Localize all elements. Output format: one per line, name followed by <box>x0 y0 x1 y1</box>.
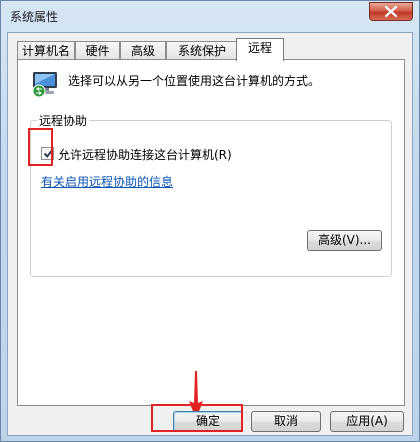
system-properties-window: 系统属性 计算机名 硬件 高级 系统保护 远程 选择可以从另一个位置使用这台计算… <box>0 0 420 442</box>
allow-remote-assistance-label[interactable]: 允许远程协助连接这台计算机(R) <box>58 146 232 163</box>
apply-button[interactable]: 应用(A) <box>330 411 404 432</box>
tab-computer-name[interactable]: 计算机名 <box>17 41 75 60</box>
dialog-body: 计算机名 硬件 高级 系统保护 远程 选择可以从另一个位置使用这台计算机的方式。… <box>7 32 413 436</box>
tab-system-protection[interactable]: 系统保护 <box>166 41 238 60</box>
remote-monitor-icon <box>32 72 57 98</box>
window-title: 系统属性 <box>10 10 59 24</box>
remote-tab-panel: 选择可以从另一个位置使用这台计算机的方式。 远程协助 允许远程协助连接这台计算机… <box>17 59 405 419</box>
tab-hardware[interactable]: 硬件 <box>75 41 120 60</box>
advanced-button[interactable]: 高级(V)... <box>307 230 382 251</box>
title-bar[interactable]: 系统属性 <box>1 1 419 31</box>
remote-description: 选择可以从另一个位置使用这台计算机的方式。 <box>68 74 321 88</box>
remote-assistance-help-link[interactable]: 有关启用远程协助的信息 <box>41 173 173 190</box>
tab-remote[interactable]: 远程 <box>236 38 284 61</box>
close-button[interactable] <box>369 2 413 21</box>
group-title: 远程协助 <box>37 112 90 129</box>
remote-assistance-group: 远程协助 允许远程协助连接这台计算机(R) 有关启用远程协助的信息 高级(V).… <box>30 112 392 277</box>
cancel-button[interactable]: 取消 <box>251 411 321 432</box>
ok-button-highlight-box <box>151 404 243 432</box>
close-icon <box>385 6 397 17</box>
tab-advanced[interactable]: 高级 <box>120 41 166 60</box>
checkbox-highlight-box <box>28 128 53 166</box>
